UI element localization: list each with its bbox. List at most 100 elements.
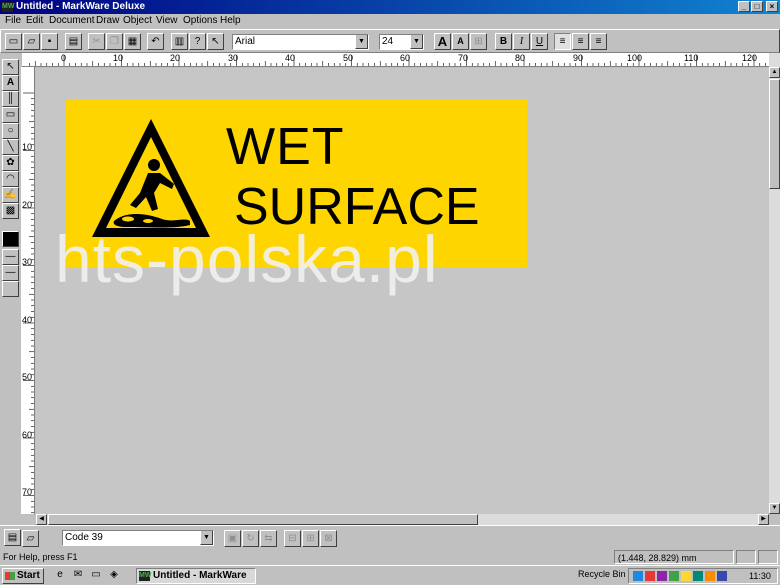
menu-view[interactable]: View	[156, 15, 178, 27]
task-label: Untitled - MarkWare ...	[153, 570, 247, 585]
horizontal-scroll-thumb[interactable]	[48, 514, 478, 525]
bring-front-icon[interactable]: ▣	[224, 530, 241, 547]
mirror-icon[interactable]: ⇆	[260, 530, 277, 547]
line-medium-icon[interactable]: —	[2, 265, 19, 281]
tray-app-icon[interactable]	[669, 571, 679, 581]
menu-options[interactable]: Options	[183, 15, 217, 27]
ie-icon[interactable]: e	[52, 567, 68, 583]
title-bar[interactable]: MW Untitled - MarkWare Deluxe _ □ ×	[0, 0, 780, 14]
start-button[interactable]: Start	[2, 568, 44, 584]
vertical-scrollbar[interactable]: ▲ ▼	[769, 53, 780, 515]
ellipse-icon[interactable]: ○	[2, 123, 19, 139]
clock[interactable]: 11:30	[749, 569, 771, 583]
scroll-left-arrow[interactable]: ◀	[36, 514, 47, 525]
vertical-scroll-thumb[interactable]	[769, 79, 780, 189]
menu-bar: File Edit Document Draw Object View Opti…	[0, 14, 780, 28]
rotate-icon[interactable]: ↻	[242, 530, 259, 547]
tray-network-icon[interactable]	[633, 571, 643, 581]
barcode-type-select[interactable]: Code 39 ▼	[62, 530, 214, 546]
signature-icon[interactable]: ✍	[2, 187, 19, 203]
paste-icon[interactable]: ▦	[124, 33, 141, 50]
print-icon[interactable]: ▥	[171, 33, 188, 50]
barcode-insert-icon[interactable]: ▤	[4, 529, 21, 546]
save-icon[interactable]: ▪	[41, 33, 58, 50]
outlook-icon[interactable]: ✉	[70, 567, 86, 583]
status-help-text: For Help, press F1	[3, 552, 78, 562]
copy-icon[interactable]: ❐	[106, 33, 123, 50]
new-icon[interactable]: ▭	[5, 33, 22, 50]
chevron-down-icon[interactable]: ▼	[200, 531, 213, 545]
format-icon[interactable]: ⊞	[470, 33, 487, 50]
status-coordinates: (1.448, 28.829) mm	[614, 550, 734, 564]
tray-app-icon[interactable]	[681, 571, 691, 581]
desktop-icon[interactable]: ▭	[88, 567, 104, 583]
group-icon[interactable]: ⊞	[302, 530, 319, 547]
chevron-down-icon[interactable]: ▼	[355, 35, 368, 49]
ungroup-icon[interactable]: ⊠	[320, 530, 337, 547]
horizontal-scrollbar[interactable]: ◀ ▶	[36, 514, 769, 525]
align-left-icon[interactable]: ≡	[554, 33, 571, 50]
arc-icon[interactable]: ◠	[2, 171, 19, 187]
tray-volume-icon[interactable]	[717, 571, 727, 581]
graphic-icon[interactable]: ✿	[2, 155, 19, 171]
open-icon[interactable]: ▱	[23, 33, 40, 50]
menu-edit[interactable]: Edit	[26, 15, 43, 27]
window-title: Untitled - MarkWare Deluxe	[16, 1, 146, 12]
recycle-bin-label[interactable]: Recycle Bin	[578, 569, 626, 579]
tool-palette: ↖ A ║ ▭ ○ ╲ ✿ ◠ ✍ ▩ — —	[0, 55, 21, 525]
font-size-select[interactable]: 24 ▼	[379, 34, 424, 50]
chevron-down-icon[interactable]: ▼	[410, 35, 423, 49]
align-right-icon[interactable]: ≡	[590, 33, 607, 50]
start-label: Start	[17, 570, 40, 581]
fill-color-swatch[interactable]	[2, 231, 19, 247]
tray-app-icon[interactable]	[645, 571, 655, 581]
grow-font-button[interactable]: A	[434, 33, 451, 50]
scroll-right-arrow[interactable]: ▶	[758, 514, 769, 525]
tray-app-icon[interactable]	[657, 571, 667, 581]
horizontal-ruler: 0 10 20 30 40 50 60 70 80 90 100 110 120	[22, 53, 770, 67]
text-icon[interactable]: A	[2, 75, 19, 91]
tray-app-icon[interactable]	[705, 571, 715, 581]
import-icon[interactable]: ▤	[65, 33, 82, 50]
scroll-up-arrow[interactable]: ▲	[769, 67, 780, 78]
line-icon[interactable]: ╲	[2, 139, 19, 155]
tray-app-icon[interactable]	[693, 571, 703, 581]
barcode-type-value: Code 39	[65, 532, 103, 543]
shrink-font-button[interactable]: A	[452, 33, 469, 50]
underline-button[interactable]: U	[531, 33, 548, 50]
task-markware[interactable]: MW Untitled - MarkWare ...	[136, 568, 256, 585]
app-icon[interactable]: MW	[2, 2, 14, 12]
line-thin-icon[interactable]: —	[2, 249, 19, 265]
sign-text-line1[interactable]: WET	[226, 121, 526, 173]
maximize-button[interactable]: □	[751, 1, 763, 12]
close-button[interactable]: ×	[766, 1, 778, 12]
h-ruler-label: 120	[742, 53, 758, 63]
align-objects-icon[interactable]: ⊟	[284, 530, 301, 547]
help-icon[interactable]: ?	[189, 33, 206, 50]
minimize-button[interactable]: _	[738, 1, 750, 12]
font-select[interactable]: Arial ▼	[232, 34, 369, 50]
cut-icon[interactable]: ✂	[88, 33, 105, 50]
menu-object[interactable]: Object	[123, 15, 152, 27]
menu-document[interactable]: Document	[49, 15, 95, 27]
menu-file[interactable]: File	[5, 15, 21, 27]
status-bar: For Help, press F1 (1.448, 28.829) mm	[0, 549, 780, 565]
menu-help[interactable]: Help	[220, 15, 241, 27]
italic-button[interactable]: I	[513, 33, 530, 50]
bold-button[interactable]: B	[495, 33, 512, 50]
open-icon[interactable]: ▱	[22, 530, 39, 547]
align-center-icon[interactable]: ≡	[572, 33, 589, 50]
scroll-down-arrow[interactable]: ▼	[769, 503, 780, 514]
line-thick-icon[interactable]	[2, 281, 19, 297]
barcode-icon[interactable]: ║	[2, 91, 19, 107]
h-ruler-label: 70	[458, 53, 469, 63]
channels-icon[interactable]: ◈	[106, 567, 122, 583]
context-help-icon[interactable]: ↖	[207, 33, 224, 50]
undo-icon[interactable]: ↶	[147, 33, 164, 50]
rectangle-icon[interactable]: ▭	[2, 107, 19, 123]
vertical-ruler: 10 20 30 40 50 60 70	[21, 67, 35, 514]
pointer-icon[interactable]: ↖	[2, 59, 19, 75]
h-ruler-label: 50	[343, 53, 354, 63]
matrix-icon[interactable]: ▩	[2, 203, 19, 219]
menu-draw[interactable]: Draw	[96, 15, 119, 27]
